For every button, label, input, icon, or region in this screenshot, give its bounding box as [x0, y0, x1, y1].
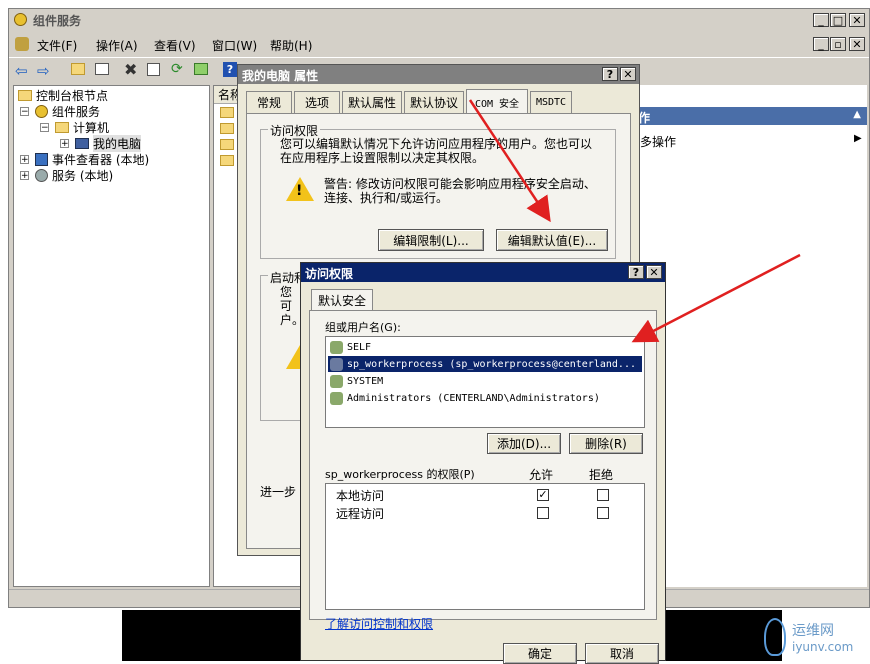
watermark-line2: iyunv.com — [792, 640, 854, 654]
watermark-logo-icon — [764, 618, 786, 656]
annotation-arrows — [468, 99, 801, 343]
watermark: 运维网 iyunv.com — [762, 616, 868, 661]
arrow-to-edit-default — [468, 99, 551, 223]
watermark-line1: 运维网 — [792, 623, 834, 639]
arrow-to-selected-user — [631, 253, 801, 343]
